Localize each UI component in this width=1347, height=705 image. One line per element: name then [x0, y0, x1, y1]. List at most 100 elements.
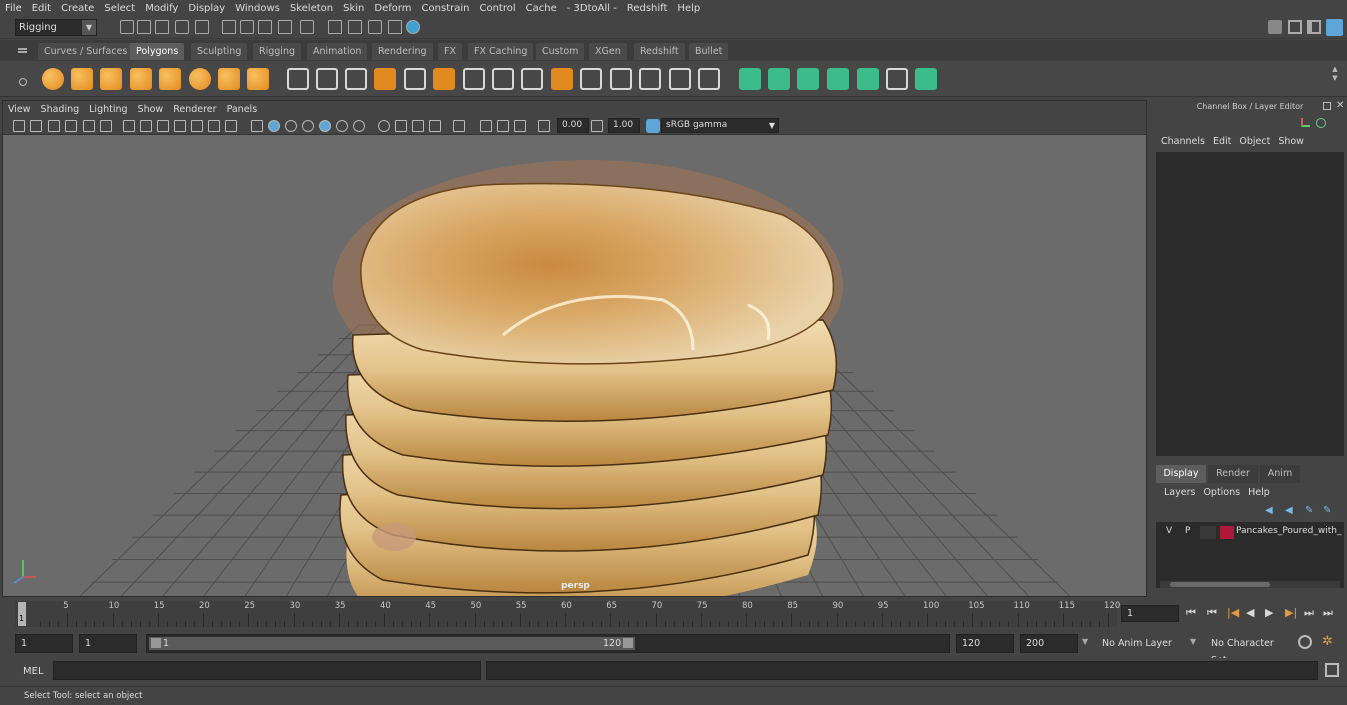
layer-tab-display[interactable]: Display: [1156, 465, 1206, 483]
anim-layer-dropdown[interactable]: No Anim Layer: [1096, 634, 1181, 653]
viewport-menu-panels[interactable]: Panels: [222, 104, 263, 115]
extract-icon[interactable]: [404, 68, 426, 90]
menu-edit[interactable]: Edit: [27, 3, 56, 14]
pipe-icon[interactable]: [247, 68, 269, 90]
range-bar-fill[interactable]: [149, 637, 635, 650]
channel-sync-icon[interactable]: [1316, 118, 1326, 128]
shelf-tab-bullet[interactable]: Bullet: [689, 43, 729, 60]
viewport-tool-icon-24[interactable]: [453, 120, 465, 132]
current-time-indicator[interactable]: 1: [18, 602, 26, 626]
new-layer-icon[interactable]: ✎: [1305, 505, 1313, 516]
viewport-tool-icon-14[interactable]: [268, 120, 280, 132]
viewport-panel[interactable]: View Shading Lighting Show Renderer Panels 0.…: [2, 100, 1147, 597]
extrude-icon[interactable]: [521, 68, 543, 90]
bridge-icon[interactable]: [492, 68, 514, 90]
crease-icon[interactable]: [639, 68, 661, 90]
cone-icon[interactable]: [130, 68, 152, 90]
channel-attr-icon[interactable]: [1301, 118, 1310, 127]
layer-scrollbar[interactable]: [1160, 581, 1340, 588]
character-set-dropdown[interactable]: No Character Set: [1205, 634, 1287, 666]
preferences-icon[interactable]: ✲: [1322, 635, 1336, 649]
time-slider[interactable]: 5 10 15 20 25 30 35 40 45 50 55 60 65 70 75 80 85 90 95 100…: [0, 599, 1347, 629]
shelf-tab-rendering[interactable]: Rendering: [372, 43, 433, 60]
menu-modify[interactable]: Modify: [140, 3, 183, 14]
playback-end-field[interactable]: 120: [956, 634, 1014, 653]
viewport-tool-icon-2[interactable]: [48, 120, 60, 132]
viewport-tool-icon-17[interactable]: [319, 120, 331, 132]
combine-icon[interactable]: [287, 68, 309, 90]
workspace-icon[interactable]: [1268, 20, 1282, 34]
shelf-tab-animation[interactable]: Animation: [307, 43, 368, 60]
menu-windows[interactable]: Windows: [230, 3, 285, 14]
torus-icon[interactable]: [189, 68, 211, 90]
menu-cache[interactable]: Cache: [521, 3, 562, 14]
step-back-key-icon[interactable]: ⏮: [1207, 606, 1217, 620]
sphere-icon[interactable]: [42, 68, 64, 90]
pyramid-icon[interactable]: [218, 68, 240, 90]
status-tool-icon-14[interactable]: [406, 20, 420, 34]
shelf-scroll-icon[interactable]: ▲ ▼: [1330, 65, 1340, 93]
status-tool-icon-9[interactable]: [300, 20, 314, 34]
cube-icon[interactable]: [71, 68, 93, 90]
play-forward-icon[interactable]: ▶: [1265, 606, 1273, 619]
layer-row[interactable]: V P Pancakes_Poured_with_S: [1156, 525, 1344, 541]
shelf-tab-fx-caching[interactable]: FX Caching: [468, 43, 534, 60]
gamma-field[interactable]: 1.00: [608, 118, 640, 133]
layer-visibility-toggle[interactable]: V: [1166, 526, 1172, 536]
channel-box-icon[interactable]: [1326, 19, 1343, 36]
auto-key-icon[interactable]: [1298, 635, 1312, 649]
target-weld-icon[interactable]: [610, 68, 632, 90]
cut-uv-icon[interactable]: [827, 68, 849, 90]
menu-file[interactable]: File: [0, 3, 27, 14]
viewport-menu-lighting[interactable]: Lighting: [84, 104, 132, 115]
viewport-tool-icon-0[interactable]: [13, 120, 25, 132]
shelf-menu-icon[interactable]: [18, 48, 27, 50]
viewport-tool-icon-12[interactable]: [225, 120, 237, 132]
menu-redshift[interactable]: Redshift: [622, 3, 673, 14]
scene-end-field[interactable]: 200: [1020, 634, 1078, 653]
range-bar[interactable]: 1 120: [146, 634, 950, 653]
menu-help[interactable]: Help: [672, 3, 705, 14]
viewport-tool-icon-6[interactable]: [123, 120, 135, 132]
layer-reference-toggle[interactable]: [1200, 526, 1216, 539]
viewport-tool-icon-13[interactable]: [251, 120, 263, 132]
bevel-icon[interactable]: [463, 68, 485, 90]
viewport-tool-icon-16[interactable]: [302, 120, 314, 132]
layer-tab-render[interactable]: Render: [1208, 465, 1258, 483]
step-forward-key-icon[interactable]: ⏭: [1304, 606, 1314, 620]
status-tool-icon-11[interactable]: [348, 20, 362, 34]
step-forward-frame-icon[interactable]: ▶|: [1285, 606, 1297, 619]
unfold-uv-icon[interactable]: [886, 68, 908, 90]
status-tool-icon-6[interactable]: [240, 20, 254, 34]
viewport-tool-icon-28[interactable]: [538, 120, 550, 132]
mirror-icon[interactable]: [345, 68, 367, 90]
layer-menu-help[interactable]: Help: [1244, 487, 1274, 498]
range-handle-right[interactable]: [623, 638, 633, 648]
viewport-tool-icon-21[interactable]: [395, 120, 407, 132]
menu-select[interactable]: Select: [99, 3, 140, 14]
planar-uv-icon[interactable]: [768, 68, 790, 90]
menu-display[interactable]: Display: [183, 3, 230, 14]
viewport-tool-icon-23[interactable]: [429, 120, 441, 132]
chevron-down-icon[interactable]: ▼: [1190, 637, 1196, 646]
multi-cut-icon[interactable]: [669, 68, 691, 90]
viewport-tool-icon-5[interactable]: [100, 120, 112, 132]
viewport-menu-renderer[interactable]: Renderer: [168, 104, 221, 115]
status-tool-icon-5[interactable]: [222, 20, 236, 34]
channel-menu-object[interactable]: Object: [1235, 136, 1274, 147]
viewport-menu-shading[interactable]: Shading: [36, 104, 85, 115]
viewport-tool-icon-26[interactable]: [497, 120, 509, 132]
menu-3dtoall[interactable]: - 3DtoAll -: [562, 3, 622, 14]
status-tool-icon-1[interactable]: [137, 20, 151, 34]
layer-tab-anim[interactable]: Anim: [1260, 465, 1300, 483]
status-tool-icon-7[interactable]: [258, 20, 272, 34]
channel-menu-show[interactable]: Show: [1274, 136, 1308, 147]
layer-name[interactable]: Pancakes_Poured_with_S: [1236, 526, 1342, 536]
viewport-tool-icon-18[interactable]: [336, 120, 348, 132]
viewport-tool-icon-19[interactable]: [353, 120, 365, 132]
shelf-tab-xgen[interactable]: XGen: [589, 43, 627, 60]
shelf-tab-rigging[interactable]: Rigging: [253, 43, 301, 60]
shelf-settings-icon[interactable]: [19, 78, 27, 86]
viewport-tool-icon-7[interactable]: [140, 120, 152, 132]
status-tool-icon-10[interactable]: [328, 20, 342, 34]
